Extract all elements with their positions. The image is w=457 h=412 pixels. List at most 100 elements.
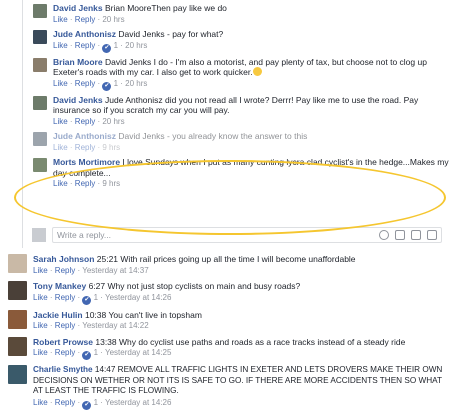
avatar[interactable] (8, 281, 27, 300)
separator: · (67, 40, 75, 50)
like-link[interactable]: Like (53, 179, 68, 188)
avatar[interactable] (33, 132, 47, 146)
avatar[interactable] (33, 57, 47, 72)
reply-body: David Jenks Jude Anthonisz did you not r… (53, 95, 457, 128)
comment-code: 14:47 (92, 365, 118, 374)
separator: · (98, 292, 105, 302)
mention[interactable]: David Jenks (105, 57, 151, 67)
avatar[interactable] (8, 365, 27, 384)
reply-item: David Jenks Brian MooreThen pay like we … (23, 3, 457, 25)
like-link[interactable]: Like (53, 79, 68, 88)
reply-body: Jude Anthonisz David Jenks - pay for wha… (53, 29, 457, 53)
comment-meta: Like · Reply · 20 hrs (53, 15, 457, 26)
sticker-icon[interactable] (427, 229, 437, 240)
like-link[interactable]: Like (33, 398, 48, 407)
like-link[interactable]: Like (53, 143, 68, 152)
author-name[interactable]: David Jenks (53, 95, 103, 105)
author-name[interactable]: David Jenks (53, 3, 103, 13)
comment-code: 10:38 (82, 309, 109, 320)
avatar[interactable] (8, 336, 27, 356)
comment-meta: Like · Reply · 20 hrs (53, 117, 457, 128)
timestamp: 9 hrs (102, 179, 121, 188)
separator: · (67, 116, 75, 126)
reply-link[interactable]: Reply (55, 348, 75, 357)
author-name[interactable]: Robert Prowse (33, 337, 93, 347)
mention[interactable]: Jude Anthonisz (105, 95, 163, 105)
like-link[interactable]: Like (53, 41, 68, 50)
reply-body: Jude Anthonisz David Jenks - you already… (53, 131, 457, 153)
separator: · (67, 142, 75, 152)
avatar (32, 227, 46, 242)
author-name[interactable]: Morts Mortimore (53, 157, 120, 167)
mention[interactable]: David Jenks (118, 131, 164, 141)
emoji-icon[interactable] (379, 229, 389, 240)
separator: · (47, 292, 55, 302)
reply-link[interactable]: Reply (55, 293, 75, 302)
like-link[interactable]: Like (53, 117, 68, 126)
comment-text: Why do cyclist use paths and roads as a … (119, 336, 406, 347)
avatar[interactable] (33, 4, 47, 18)
separator: · (98, 348, 105, 357)
like-link[interactable]: Like (33, 321, 48, 330)
reply-text: Jude Anthonisz David Jenks - pay for wha… (53, 29, 457, 40)
reply-item: Morts Mortimore I love Sundays when I pu… (23, 157, 457, 190)
like-link[interactable]: Like (33, 266, 48, 275)
timestamp: Yesterday at 14:26 (105, 292, 172, 302)
timestamp: Yesterday at 14:22 (82, 321, 149, 330)
author-name[interactable]: Sarah Johnson (33, 254, 94, 264)
reply-link[interactable]: Reply (75, 15, 95, 24)
camera-icon[interactable] (395, 229, 405, 240)
comment-line: Tony Mankey 6:27 Why not just stop cycli… (33, 281, 453, 292)
separator: · (75, 397, 83, 407)
reply-link[interactable]: Reply (55, 266, 75, 275)
like-reaction-icon: ✔ (102, 81, 112, 91)
author-name[interactable]: Brian Moore (53, 57, 103, 67)
avatar[interactable] (33, 30, 47, 44)
write-reply-input[interactable]: Write a reply... (52, 226, 442, 243)
like-link[interactable]: Like (53, 15, 68, 24)
reply-link[interactable]: Reply (55, 321, 75, 330)
separator: · (67, 14, 75, 24)
separator: · (47, 265, 55, 275)
comment-item: Robert Prowse 13:38 Why do cyclist use p… (8, 336, 453, 360)
comment-meta: Like · Reply · ✔ 1 · 20 hrs (53, 79, 457, 91)
timestamp: 20 hrs (125, 78, 148, 88)
reply-link[interactable]: Reply (75, 41, 95, 50)
comment-item: Jackie Hulin 10:38 You can't live in top… (8, 309, 453, 332)
reply-link[interactable]: Reply (75, 179, 95, 188)
reply-link[interactable]: Reply (75, 79, 95, 88)
author-name[interactable]: Jude Anthonisz (53, 131, 116, 141)
separator: · (47, 348, 55, 357)
like-link[interactable]: Like (33, 293, 48, 302)
separator: · (95, 78, 103, 88)
separator: · (95, 40, 103, 50)
reply-body: Morts Mortimore I love Sundays when I pu… (53, 157, 457, 190)
comment-line: Robert Prowse 13:38 Why do cyclist use p… (33, 337, 453, 348)
reply-text: David Jenks Brian MooreThen pay like we … (53, 3, 457, 14)
reply-item: David Jenks Jude Anthonisz did you not r… (23, 95, 457, 128)
avatar[interactable] (33, 158, 47, 172)
like-link[interactable]: Like (33, 348, 48, 357)
reply-text: Jude Anthonisz David Jenks - you already… (53, 131, 457, 142)
avatar[interactable] (33, 95, 47, 110)
avatar[interactable] (8, 309, 27, 329)
mention[interactable]: Brian Moore (105, 3, 151, 13)
author-name[interactable]: Jude Anthonisz (53, 29, 116, 39)
comment-line: Sarah Johnson 25:21 With rail prices goi… (33, 254, 453, 265)
reply-link[interactable]: Reply (75, 143, 95, 152)
comment-list: Sarah Johnson 25:21 With rail prices goi… (8, 254, 453, 412)
author-name[interactable]: Jackie Hulin (33, 310, 83, 320)
comment-meta: Like · Reply · ✔ 1 · Yesterday at 14:26 (33, 293, 453, 305)
comment-text: - you already know the answer to this (164, 131, 308, 141)
mention[interactable]: David Jenks (118, 29, 164, 39)
gif-icon[interactable] (411, 229, 421, 240)
comment-meta: Like · Reply · 9 hrs (53, 179, 457, 190)
author-name[interactable]: Charlie Smythe (33, 365, 93, 374)
separator: · (47, 397, 55, 407)
avatar[interactable] (8, 254, 27, 273)
reply-link[interactable]: Reply (55, 398, 75, 407)
reply-body: Brian Moore David Jenks I do - I'm also … (53, 57, 457, 91)
comment-item: Sarah Johnson 25:21 With rail prices goi… (8, 254, 453, 276)
reply-link[interactable]: Reply (75, 117, 95, 126)
author-name[interactable]: Tony Mankey (33, 281, 86, 291)
